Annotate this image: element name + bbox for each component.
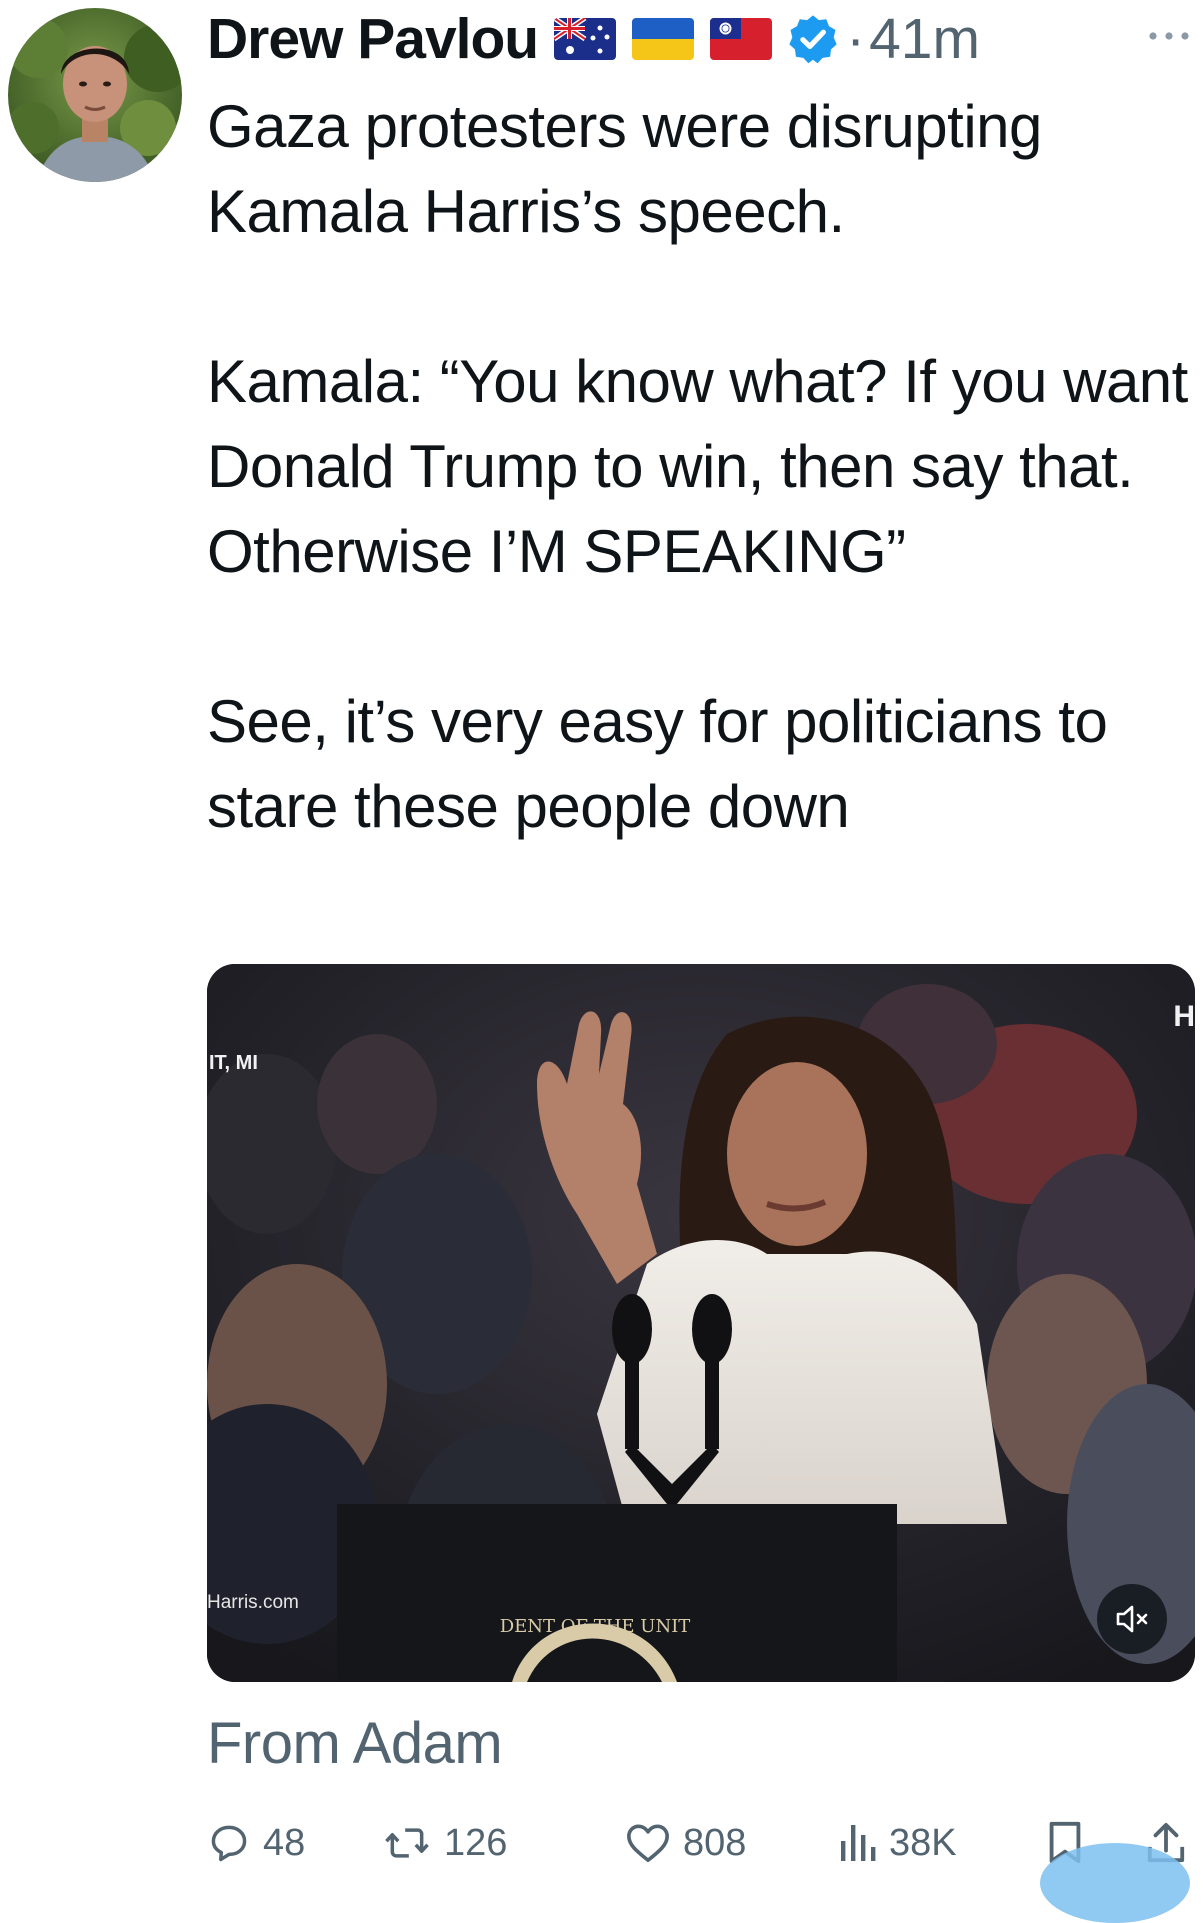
more-horizontal-icon[interactable]: [1147, 26, 1191, 46]
avatar-image: [8, 18, 182, 182]
mute-toggle-button[interactable]: [1097, 1584, 1167, 1654]
volume-muted-icon: [1116, 1605, 1148, 1633]
taiwan-flag-icon: [710, 18, 773, 60]
views-chart-icon: [841, 1825, 876, 1861]
video-right-overlay: H: [1173, 1000, 1195, 1033]
author-name[interactable]: Drew Pavlou: [207, 6, 539, 72]
header-separator: ·: [846, 7, 866, 71]
australia-flag-icon: [554, 18, 617, 60]
video-site-overlay: Harris.com: [207, 1592, 299, 1613]
podium-seal-text: DENT OF THE UNIT: [500, 1616, 691, 1637]
verified-badge-icon[interactable]: [786, 12, 840, 66]
like-count: 808: [683, 1821, 747, 1864]
ukraine-flag-icon: [632, 18, 695, 60]
author-avatar[interactable]: [8, 8, 182, 182]
floating-compose-button[interactable]: [1040, 1843, 1190, 1923]
heart-icon: [627, 1824, 669, 1863]
tweet-video[interactable]: DENT OF THE UNIT IT, MI Harris.com H: [207, 964, 1195, 1682]
reply-icon: [211, 1825, 247, 1862]
repost-count: 126: [444, 1821, 508, 1864]
video-location-overlay: IT, MI: [209, 1052, 258, 1074]
repost-icon: [385, 1828, 429, 1858]
like-button[interactable]: 808: [625, 1808, 746, 1878]
repost-button[interactable]: 126: [382, 1808, 507, 1878]
reply-button[interactable]: 48: [207, 1808, 305, 1878]
video-frame: DENT OF THE UNIT: [207, 964, 1195, 1682]
reply-count: 48: [263, 1821, 306, 1864]
tweet-caption: From Adam: [207, 1711, 503, 1776]
tweet-header: Drew Pavlou · 41m: [207, 6, 980, 72]
tweet-text: Gaza protesters were disrupting Kamala H…: [207, 93, 1188, 840]
views-button[interactable]: 38K: [837, 1808, 957, 1878]
tweet-timestamp[interactable]: 41m: [869, 6, 980, 72]
views-count: 38K: [889, 1821, 957, 1864]
